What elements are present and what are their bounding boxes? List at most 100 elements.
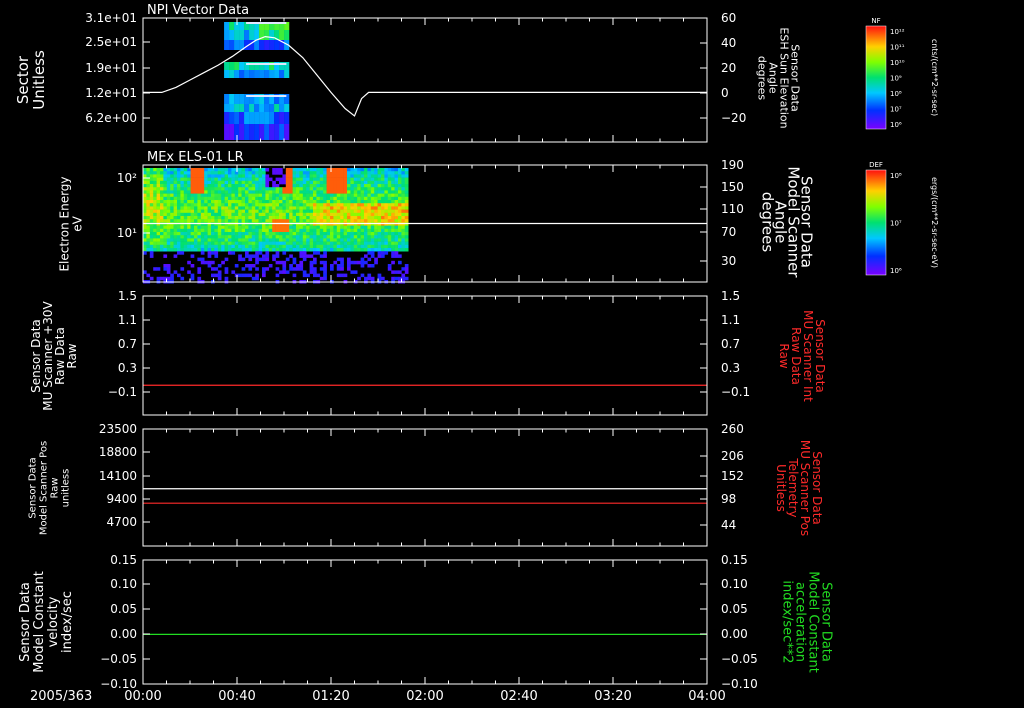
spectrogram-cell [166, 216, 171, 220]
spectrogram-cell [404, 241, 409, 246]
spectrogram-cell [367, 257, 372, 262]
spectrogram-cell [323, 270, 327, 274]
spectrogram-cell [374, 200, 378, 204]
spectrogram-cell [251, 184, 256, 188]
spectrogram-cell [163, 203, 168, 207]
spectrogram-cell [323, 190, 327, 194]
spectrogram-cell [347, 216, 351, 220]
spectrogram-cell [316, 190, 321, 194]
spectrogram-cell [282, 228, 287, 233]
spectrogram-cell [153, 244, 157, 249]
spectrogram-cell [228, 209, 232, 214]
spectrogram-cell [274, 40, 280, 50]
spectrogram-cell [387, 193, 392, 198]
spectrogram-cell [306, 219, 310, 223]
spectrogram-cell [173, 168, 178, 172]
colorbar-units: cnts/(cm**2-sr-sec) [930, 39, 939, 116]
spectrogram-cell [221, 238, 225, 242]
spectrogram-cell [313, 219, 317, 223]
spectrogram-cell [241, 196, 246, 201]
spectrogram-cell [200, 232, 205, 236]
spectrogram-cell [394, 216, 399, 220]
spectrogram-cell [221, 180, 225, 185]
spectrogram-cell [221, 219, 225, 223]
spectrogram-cell [234, 62, 240, 70]
spectrogram-cell [391, 206, 395, 210]
spectrogram-cell [258, 209, 263, 214]
spectrogram-cell [173, 177, 178, 182]
spectrogram-cell [289, 209, 293, 214]
spectrogram-cell [207, 228, 212, 233]
spectrogram-cell [241, 180, 246, 185]
spectrogram-cell [394, 184, 399, 188]
spectrogram-cell [211, 190, 215, 194]
spectrogram-cell [187, 180, 191, 185]
spectrogram-cell [228, 206, 232, 210]
spectrogram-cell [391, 184, 395, 188]
spectrogram-cell [309, 264, 314, 268]
spectrogram-cell [245, 193, 249, 198]
spectrogram-cell [282, 219, 287, 223]
spectrogram-cell [254, 30, 260, 40]
spectrogram-cell [353, 241, 358, 246]
spectrogram-cell [364, 200, 368, 204]
spectrogram-cell [160, 241, 164, 246]
spectrogram-cell [149, 232, 154, 236]
spectrogram-cell [357, 232, 361, 236]
spectrogram-cell [313, 257, 317, 262]
spectrogram-cell [319, 206, 324, 210]
spectrogram-cell [279, 244, 283, 249]
spectrogram-cell [146, 219, 151, 223]
spectrogram-cell [262, 203, 266, 207]
spectrogram-cell [381, 232, 385, 236]
spectrogram-cell [149, 203, 154, 207]
spectrogram-cell [238, 248, 242, 252]
spectrogram-cell [217, 190, 222, 194]
spectrogram-cell [340, 219, 344, 223]
spectrogram-cell [302, 270, 307, 274]
spectrogram-cell [224, 225, 229, 230]
spectrogram-cell [289, 200, 293, 204]
spectrogram-cell [306, 168, 310, 172]
spectrogram-cell [309, 270, 314, 274]
spectrogram-cell [282, 248, 287, 252]
spectrogram-cell [398, 244, 402, 249]
spectrogram-cell [221, 174, 225, 178]
spectrogram-cell [387, 168, 392, 172]
spectrogram-cell [248, 273, 253, 278]
spectrogram-cell [160, 276, 164, 281]
spectrogram-cell [180, 219, 185, 223]
spectrogram-cell [248, 209, 253, 214]
spectrogram-cell [370, 196, 375, 201]
spectrogram-cell [265, 216, 270, 220]
spectrogram-cell [160, 244, 164, 249]
spectrogram-cell [367, 235, 372, 239]
spectrogram-cell [231, 187, 236, 191]
spectrogram-cell [234, 248, 239, 252]
spectrogram-cell [221, 171, 225, 175]
spectrogram-cell [183, 193, 188, 198]
spectrogram-cell [234, 235, 239, 239]
spectrogram-cell [177, 235, 181, 239]
spectrogram-cell [367, 203, 372, 207]
spectrogram-cell [217, 276, 222, 281]
spectrogram-cell [306, 184, 310, 188]
spectrogram-cell [170, 228, 174, 233]
spectrogram-cell [231, 196, 236, 201]
spectrogram-cell [343, 200, 348, 204]
spectrogram-cell [204, 171, 208, 175]
spectrogram-cell [285, 270, 290, 274]
spectrogram-cell [394, 241, 399, 246]
spectrogram-cell [156, 267, 161, 271]
spectrogram-cell [234, 193, 239, 198]
spectrogram-cell [377, 196, 382, 201]
spectrogram-cell [194, 193, 198, 198]
spectrogram-cell [224, 238, 229, 242]
spectrogram-cell [350, 209, 355, 214]
spectrogram-cell [170, 203, 174, 207]
spectrogram-cell [224, 184, 229, 188]
spectrogram-cell [190, 184, 195, 188]
spectrogram-cell [170, 168, 174, 172]
spectrogram-cell [374, 248, 378, 252]
labels-layer: 00:00 00:40 01:20 02:00 02:40 03:20 04:002005/… [14, 3, 939, 704]
